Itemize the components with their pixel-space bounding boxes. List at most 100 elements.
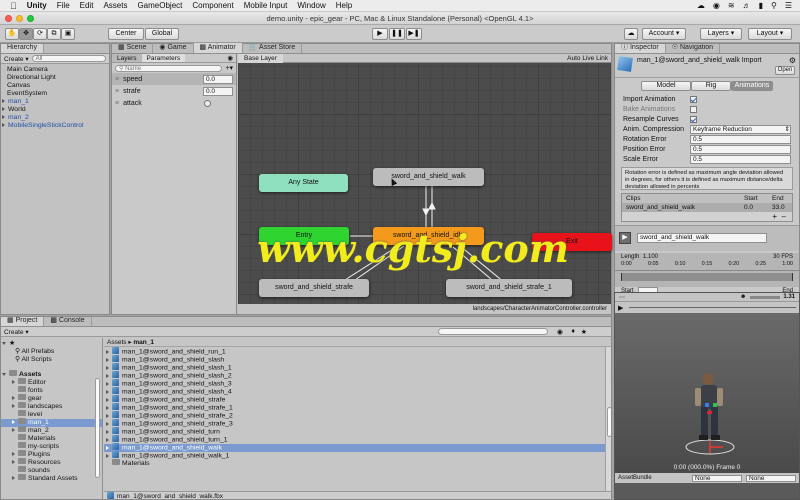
list-item[interactable]: man_1@sword_and_shield_strafe	[104, 395, 611, 404]
battery-icon[interactable]: ▮	[759, 1, 763, 10]
bake-animations-checkbox[interactable]	[690, 105, 697, 113]
scroll-thumb[interactable]	[607, 407, 611, 437]
assets-root[interactable]: Assets	[1, 370, 102, 379]
menu-app[interactable]: Unity	[27, 1, 47, 10]
hierarchy-create-button[interactable]: Create ▾	[4, 55, 29, 63]
list-item[interactable]: man_1@sword_and_shield_strafe_2	[104, 411, 611, 420]
expand-arrow-icon[interactable]	[2, 123, 5, 128]
hierarchy-item-man-1[interactable]: man_1	[1, 98, 109, 106]
camera-icon[interactable]: ◉	[713, 1, 720, 10]
list-item[interactable]: man_1@sword_and_shield_strafe_1	[104, 403, 611, 412]
expand-arrow-icon[interactable]	[106, 389, 109, 394]
expand-arrow-icon[interactable]	[106, 349, 109, 354]
hierarchy-item[interactable]: EventSystem	[1, 90, 109, 98]
project-create-button[interactable]: Create ▾	[4, 328, 29, 336]
folder-item-selected[interactable]: man_1	[1, 418, 102, 427]
preview-viewport[interactable]: 0:00 (000.0%) Frame 0	[615, 313, 799, 473]
preview-scrubber[interactable]	[629, 307, 796, 308]
filter-by-type-icon[interactable]: ◉	[557, 328, 563, 336]
tab-asset-store[interactable]: 🛒 Asset Store	[243, 43, 303, 53]
expand-arrow-icon[interactable]	[12, 380, 15, 385]
list-item[interactable]: man_1@sword_and_shield_strafe_3	[104, 419, 611, 428]
list-item[interactable]: man_1@sword_and_shield_run_1	[104, 347, 611, 356]
expand-arrow-icon[interactable]	[106, 381, 109, 386]
position-error-field[interactable]: 0.5	[690, 144, 791, 154]
timeline-ruler[interactable]: 0:00 0:05 0:10 0:15 0:20 0:25 1:00	[615, 261, 799, 271]
favorite-item[interactable]: ⚲ All Prefabs	[1, 348, 102, 356]
collapse-arrow-icon[interactable]	[2, 341, 6, 345]
tab-model[interactable]: Model	[641, 81, 691, 91]
folder-tree-scrollbar[interactable]	[95, 378, 100, 478]
menu-assets[interactable]: Assets	[103, 1, 127, 10]
avatar-icon[interactable]: ☻	[740, 294, 746, 300]
drag-handle-icon[interactable]: ≡	[115, 88, 119, 95]
expand-arrow-icon[interactable]	[106, 373, 109, 378]
expand-arrow-icon[interactable]	[12, 460, 15, 465]
import-animation-checkbox[interactable]	[690, 95, 697, 103]
hierarchy-item[interactable]: Canvas	[1, 82, 109, 90]
rotate-tool-button[interactable]: ⟳	[33, 28, 47, 40]
tab-project[interactable]: ▦ Project	[1, 317, 45, 326]
cloud-icon[interactable]: ☁	[697, 1, 705, 10]
list-icon[interactable]: ☰	[785, 1, 792, 10]
folder-item[interactable]: man_2	[1, 426, 102, 435]
expand-arrow-icon[interactable]	[106, 445, 109, 450]
expand-arrow-icon[interactable]	[12, 396, 15, 401]
hierarchy-item[interactable]: Directional Light	[1, 74, 109, 82]
layers-dropdown[interactable]: Layers ▾	[700, 28, 742, 40]
settings-gear-icon[interactable]: ⚙	[789, 56, 796, 65]
scale-tool-button[interactable]: ⧉	[47, 28, 61, 40]
menu-file[interactable]: File	[57, 1, 70, 10]
expand-arrow-icon[interactable]	[2, 99, 5, 104]
folder-item[interactable]: my-scripts	[1, 442, 102, 451]
expand-arrow-icon[interactable]	[106, 357, 109, 362]
drag-handle-icon[interactable]: ≡	[115, 76, 119, 83]
timeline-track[interactable]	[621, 273, 793, 281]
preview-play-button[interactable]: ▶	[618, 304, 623, 312]
animator-graph[interactable]: Base Layer Auto Live Link Any State swor…	[238, 54, 612, 304]
list-item[interactable]: man_1@sword_and_shield_slash_1	[104, 363, 611, 372]
open-button[interactable]: Open	[775, 66, 795, 75]
param-strafe-field[interactable]: 0.0	[203, 86, 233, 96]
clip-row[interactable]: sword_and_shield_walk 0.0 33.0	[622, 203, 792, 212]
search-icon[interactable]: ⚲	[771, 1, 777, 10]
expand-arrow-icon[interactable]	[106, 413, 109, 418]
state-strafe-1[interactable]: sword_and_shield_strafe_1	[446, 279, 572, 297]
resample-checkbox[interactable]	[690, 115, 697, 123]
param-row-strafe[interactable]: ≡ strafe 0.0	[112, 85, 236, 97]
pivot-center-button[interactable]: Center	[108, 28, 144, 40]
folder-item[interactable]: Resources	[1, 458, 102, 467]
clip-name-field[interactable]: sword_and_shield_walk	[637, 233, 767, 243]
folder-item[interactable]: Plugins	[1, 450, 102, 459]
add-parameter-button[interactable]: +▾	[225, 64, 233, 72]
expand-arrow-icon[interactable]	[2, 107, 5, 112]
menu-window[interactable]: Window	[297, 1, 325, 10]
list-item[interactable]: man_1@sword_and_shield_walk_1	[104, 451, 611, 460]
global-toggle-button[interactable]: Global	[145, 28, 179, 40]
list-item[interactable]: man_1@sword_and_shield_turn_1	[104, 435, 611, 444]
account-dropdown[interactable]: Account ▾	[642, 28, 686, 40]
menu-edit[interactable]: Edit	[80, 1, 94, 10]
tab-game[interactable]: ◉ Game	[153, 43, 194, 53]
list-item-selected[interactable]: man_1@sword_and_shield_walk	[104, 443, 611, 452]
hierarchy-item-mobile-control[interactable]: MobileSingleStickControl	[1, 122, 109, 130]
play-button[interactable]: ▶	[372, 28, 388, 40]
list-item[interactable]: man_1@sword_and_shield_turn	[104, 427, 611, 436]
speed-slider[interactable]	[750, 295, 781, 299]
expand-arrow-icon[interactable]	[106, 365, 109, 370]
folder-item[interactable]: landscapes	[1, 402, 102, 411]
expand-arrow-icon[interactable]	[106, 405, 109, 410]
favorites-group[interactable]: ★	[1, 340, 102, 348]
layout-dropdown[interactable]: Layout ▾	[748, 28, 792, 40]
rect-tool-button[interactable]: ▣	[61, 28, 75, 40]
tab-animations[interactable]: Animations	[731, 81, 773, 91]
tab-animator[interactable]: ▩ Animator	[193, 43, 243, 53]
tab-inspector[interactable]: ⓘ Inspector	[615, 44, 666, 53]
list-item[interactable]: Materials	[104, 459, 611, 468]
folder-item[interactable]: Editor	[1, 378, 102, 387]
trigger-radio[interactable]	[204, 99, 211, 107]
eye-icon[interactable]: ◉	[227, 54, 236, 62]
rotation-error-field[interactable]: 0.5	[690, 134, 791, 144]
tab-navigation[interactable]: ☉ Navigation	[666, 44, 721, 53]
tab-rig[interactable]: Rig	[691, 81, 731, 91]
